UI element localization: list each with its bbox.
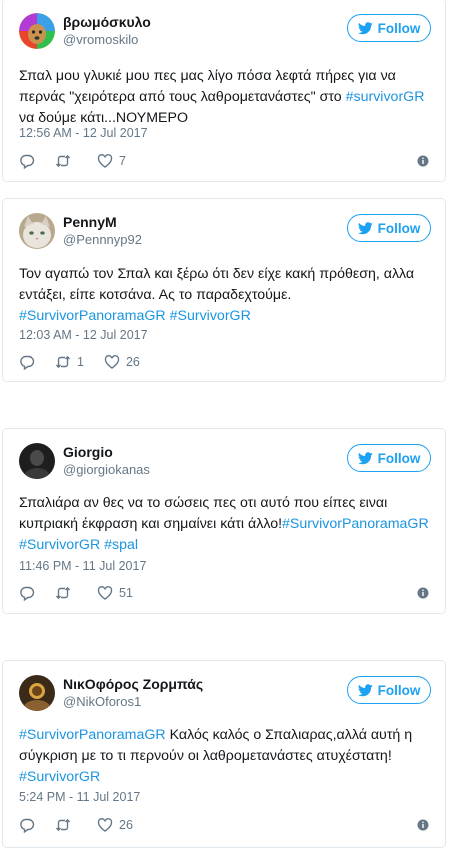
tweet-text-body: Τον αγαπώ τον Σπαλ και ξέρω ότι δεν είχε… [19,266,415,303]
hashtag-link[interactable]: #spal [104,537,138,553]
like-button[interactable]: 51 [97,585,133,601]
retweet-icon [55,354,71,370]
reply-icon [19,817,35,833]
username[interactable]: @Pennnyp92 [63,231,142,249]
info-icon[interactable] [417,819,429,831]
tweet-header: Giorgio @giorgiokanas Follow [19,443,431,483]
display-name[interactable]: PennyM [63,214,142,231]
tweet-timestamp[interactable]: 11:46 PM - 11 Jul 2017 [19,559,146,573]
heart-icon [97,585,113,601]
heart-icon [97,817,113,833]
tweet-actions: 7 [19,151,146,171]
tweet-card: PennyM @Pennnyp92 Follow Τον αγαπώ τον Σ… [2,198,446,382]
hashtag-link[interactable]: #SurvivorGR [19,537,100,553]
retweet-button[interactable] [55,585,77,601]
display-name[interactable]: βρωμόσκυλο [63,14,151,31]
tweet-actions: 51 [19,583,153,603]
reply-icon [19,354,35,370]
info-icon[interactable] [417,155,429,167]
avatar[interactable] [19,13,55,49]
like-count: 26 [125,355,140,369]
info-icon[interactable] [417,587,429,599]
avatar[interactable] [19,443,55,479]
twitter-bird-icon [358,222,373,235]
retweet-button[interactable] [55,153,77,169]
username[interactable]: @NikOforos1 [63,693,203,711]
twitter-bird-icon [358,452,373,465]
hashtag-link[interactable]: #SurvivorGR [170,308,251,324]
like-count: 51 [119,586,133,600]
heart-icon [97,153,113,169]
tweet-card: βρωμόσκυλο @vromoskilo Follow Σπαλ μου γ… [2,0,446,182]
retweet-button[interactable]: 1 [55,354,84,370]
follow-button[interactable]: Follow [347,214,431,242]
hashtag-link[interactable]: #SurvivorPanoramaGR [19,308,166,324]
heart-icon [104,354,120,370]
tweet-timestamp[interactable]: 5:24 PM - 11 Jul 2017 [19,790,140,804]
tweet-text: Σπαλ μου γλυκιέ μου πες μας λίγο πόσα λε… [19,66,431,129]
follow-label: Follow [377,20,421,36]
twitter-bird-icon [358,22,373,35]
reply-icon [19,153,35,169]
retweet-count: 1 [77,355,84,369]
reply-button[interactable] [19,817,35,833]
tweet-card: ΝικΟφόρος Ζορμπάς @NikOforos1 Follow #Su… [2,660,446,848]
hashtag-link[interactable]: #SurvivorGR [19,769,100,785]
twitter-bird-icon [358,684,373,697]
tweet-card: Giorgio @giorgiokanas Follow Σπαλιάρα αν… [2,428,446,614]
avatar[interactable] [19,213,55,249]
retweet-icon [55,585,71,601]
follow-button[interactable]: Follow [347,444,431,472]
follow-label: Follow [377,220,421,236]
retweet-icon [55,153,71,169]
retweet-icon [55,817,71,833]
tweet-text-body: να δούμε κάτι...ΝΟΥΜΕΡΟ [19,110,188,126]
display-name[interactable]: ΝικΟφόρος Ζορμπάς [63,676,203,693]
tweet-text: Τον αγαπώ τον Σπαλ και ξέρω ότι δεν είχε… [19,264,431,327]
hashtag-link[interactable]: #survivorGR [346,89,425,105]
hashtag-link[interactable]: #SurvivorPanoramaGR [282,516,429,532]
like-button[interactable]: 7 [97,153,126,169]
retweet-button[interactable] [55,817,77,833]
like-count: 7 [119,154,126,168]
tweet-text-body: Σπαλ μου γλυκιέ μου πες μας λίγο πόσα λε… [19,68,396,105]
tweet-header: ΝικΟφόρος Ζορμπάς @NikOforos1 Follow [19,675,431,715]
like-count: 26 [119,818,133,832]
tweet-text: Σπαλιάρα αν θες να το σώσεις πες οτι αυτ… [19,493,431,556]
follow-button[interactable]: Follow [347,676,431,704]
display-name[interactable]: Giorgio [63,444,150,461]
avatar[interactable] [19,675,55,711]
tweet-timestamp[interactable]: 12:56 AM - 12 Jul 2017 [19,126,148,140]
username[interactable]: @vromoskilo [63,31,151,49]
follow-button[interactable]: Follow [347,14,431,42]
tweet-header: PennyM @Pennnyp92 Follow [19,213,431,253]
like-button[interactable]: 26 [104,354,140,370]
reply-button[interactable] [19,153,35,169]
reply-button[interactable] [19,585,35,601]
tweet-timestamp[interactable]: 12:03 AM - 12 Jul 2017 [19,328,148,342]
reply-icon [19,585,35,601]
username[interactable]: @giorgiokanas [63,461,150,479]
tweet-actions: 26 [19,815,153,835]
tweet-text: #SurvivorPanoramaGR Καλός καλός ο Σπαλια… [19,725,431,788]
follow-label: Follow [377,450,421,466]
tweet-actions: 1 26 [19,352,160,372]
reply-button[interactable] [19,354,35,370]
tweet-header: βρωμόσκυλο @vromoskilo Follow [19,13,431,53]
hashtag-link[interactable]: #SurvivorPanoramaGR [19,727,166,743]
like-button[interactable]: 26 [97,817,133,833]
follow-label: Follow [377,682,421,698]
